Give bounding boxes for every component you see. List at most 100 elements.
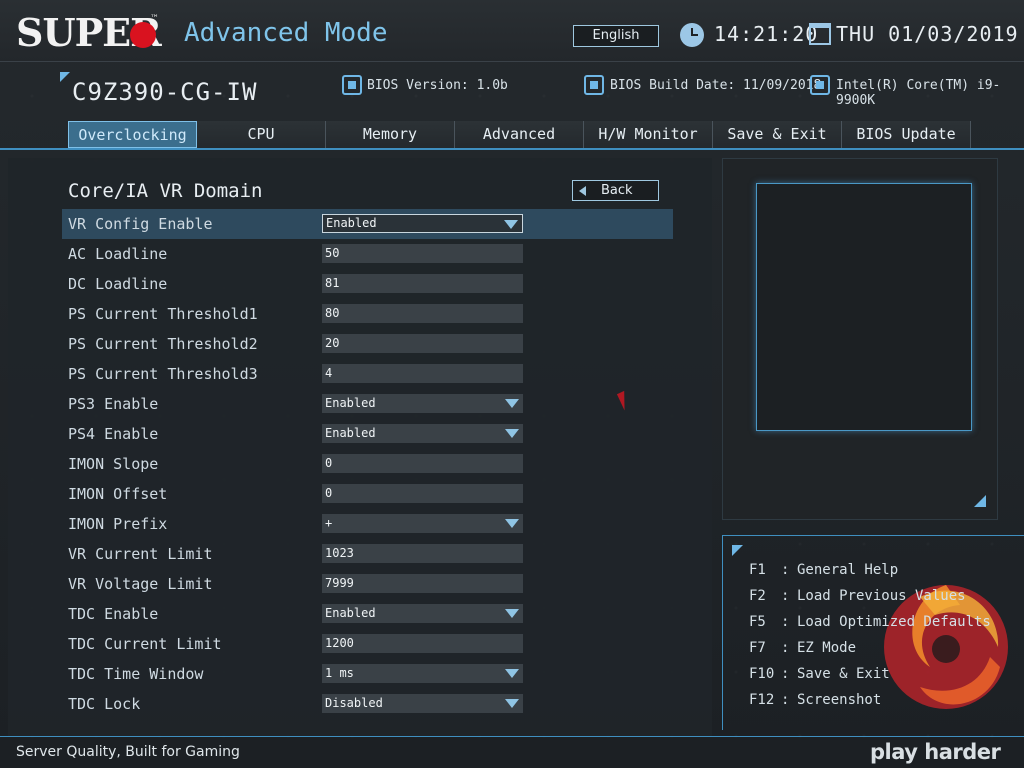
setting-row-imon-slope[interactable]: IMON Slope 0 [62,449,673,479]
setting-row-vr-voltage-limit[interactable]: VR Voltage Limit 7999 [62,569,673,599]
setting-value: 1 ms [325,666,354,680]
setting-row-ps-current-threshold2[interactable]: PS Current Threshold2 20 [62,329,673,359]
help-text: Screenshot [797,692,882,708]
setting-row-imon-offset[interactable]: IMON Offset 0 [62,479,673,509]
setting-label: PS4 Enable [68,425,159,443]
dropdown-arrow-icon [505,669,519,678]
setting-input[interactable]: 80 [322,304,523,323]
tab-advanced[interactable]: Advanced [455,121,584,148]
setting-dropdown[interactable]: Enabled [322,604,523,623]
tab-overclocking[interactable]: Overclocking [68,121,197,148]
setting-label: IMON Offset [68,485,168,503]
help-item-f1: F1: General Help [749,562,899,578]
chip-icon [342,75,362,95]
help-text: General Help [797,562,899,578]
setting-input[interactable]: 0 [322,454,523,473]
setting-row-ps-current-threshold3[interactable]: PS Current Threshold3 4 [62,359,673,389]
tab-bios-update[interactable]: BIOS Update [842,121,971,148]
setting-row-dc-loadline[interactable]: DC Loadline 81 [62,269,673,299]
time-display: 14:21:20 [714,22,819,46]
setting-value: Enabled [326,216,377,230]
setting-label: IMON Prefix [68,515,168,533]
setting-label: PS Current Threshold3 [68,365,258,383]
setting-row-ps3-enable[interactable]: PS3 Enable Enabled [62,389,673,419]
setting-row-ac-loadline[interactable]: AC Loadline 50 [62,239,673,269]
setting-label: AC Loadline [68,245,168,263]
setting-row-vr-config-enable[interactable]: VR Config Enable Enabled [62,209,673,239]
bios-build-date: BIOS Build Date: 11/09/2018 [610,78,822,93]
setting-row-tdc-current-limit[interactable]: TDC Current Limit 1200 [62,629,673,659]
setting-dropdown[interactable]: + [322,514,523,533]
brand-trademark: ™ [150,14,159,24]
help-item-f5: F5: Load Optimized Defaults [749,614,991,630]
setting-input[interactable]: 20 [322,334,523,353]
setting-label: VR Current Limit [68,545,213,563]
setting-row-imon-prefix[interactable]: IMON Prefix + [62,509,673,539]
setting-label: TDC Enable [68,605,159,623]
tab-memory[interactable]: Memory [326,121,455,148]
setting-label: PS3 Enable [68,395,159,413]
corner-accent-icon [974,495,986,507]
setting-dropdown[interactable]: Enabled [322,424,523,443]
help-item-f7: F7: EZ Mode [749,640,857,656]
clock-icon [680,23,704,47]
setting-input[interactable]: 1023 [322,544,523,563]
dropdown-arrow-icon [505,699,519,708]
dropdown-arrow-icon [505,399,519,408]
setting-value: Enabled [325,396,376,410]
corner-accent-icon [732,545,743,556]
setting-label: VR Config Enable [68,215,213,233]
setting-value: Enabled [325,426,376,440]
setting-input[interactable]: 4 [322,364,523,383]
setting-input[interactable]: 7999 [322,574,523,593]
bios-version: BIOS Version: 1.0b [367,78,508,93]
tab-hw-monitor[interactable]: H/W Monitor [584,121,713,148]
setting-row-tdc-enable[interactable]: TDC Enable Enabled [62,599,673,629]
setting-row-ps4-enable[interactable]: PS4 Enable Enabled [62,419,673,449]
dropdown-arrow-icon [505,519,519,528]
setting-value: Disabled [325,696,383,710]
setting-input[interactable]: 0 [322,484,523,503]
setting-label: VR Voltage Limit [68,575,213,593]
help-item-f2: F2: Load Previous Values [749,588,966,604]
back-button[interactable]: Back [572,180,659,201]
section-title: Core/IA VR Domain [68,180,263,202]
help-text: Load Previous Values [797,588,966,604]
setting-label: TDC Lock [68,695,141,713]
help-text: EZ Mode [797,640,857,656]
footer-tagline: play harder [870,740,1001,764]
setting-row-ps-current-threshold1[interactable]: PS Current Threshold1 80 [62,299,673,329]
dropdown-arrow-icon [505,609,519,618]
setting-label: PS Current Threshold2 [68,335,258,353]
setting-dropdown[interactable]: Enabled [322,214,523,233]
tab-save-exit[interactable]: Save & Exit [713,121,842,148]
back-arrow-icon [579,186,586,196]
chip-build-icon [584,75,604,95]
help-item-f12: F12: Screenshot [749,692,882,708]
setting-dropdown[interactable]: Disabled [322,694,523,713]
help-key: F5 [749,614,766,630]
setting-input[interactable]: 1200 [322,634,523,653]
help-text: Save & Exit [797,666,890,682]
dropdown-arrow-icon [504,220,518,229]
setting-input[interactable]: 81 [322,274,523,293]
setting-row-tdc-lock[interactable]: TDC Lock Disabled [62,689,673,719]
help-item-f10: F10: Save & Exit [749,666,890,682]
language-button[interactable]: English [573,25,659,47]
tab-cpu[interactable]: CPU [197,121,326,148]
dropdown-arrow-icon [505,429,519,438]
setting-input[interactable]: 50 [322,244,523,263]
corner-accent-icon [60,72,70,82]
help-key: F2 [749,588,766,604]
setting-dropdown[interactable]: 1 ms [322,664,523,683]
motherboard-model: C9Z390-CG-IW [72,78,258,106]
cpu-model: Intel(R) Core(TM) i9-9900K [836,78,1001,108]
setting-label: PS Current Threshold1 [68,305,258,323]
footer-divider [0,736,1024,737]
setting-value: Enabled [325,606,376,620]
back-button-label: Back [601,183,633,198]
help-key: F12 [749,692,775,708]
setting-row-vr-current-limit[interactable]: VR Current Limit 1023 [62,539,673,569]
setting-dropdown[interactable]: Enabled [322,394,523,413]
setting-row-tdc-time-window[interactable]: TDC Time Window 1 ms [62,659,673,689]
